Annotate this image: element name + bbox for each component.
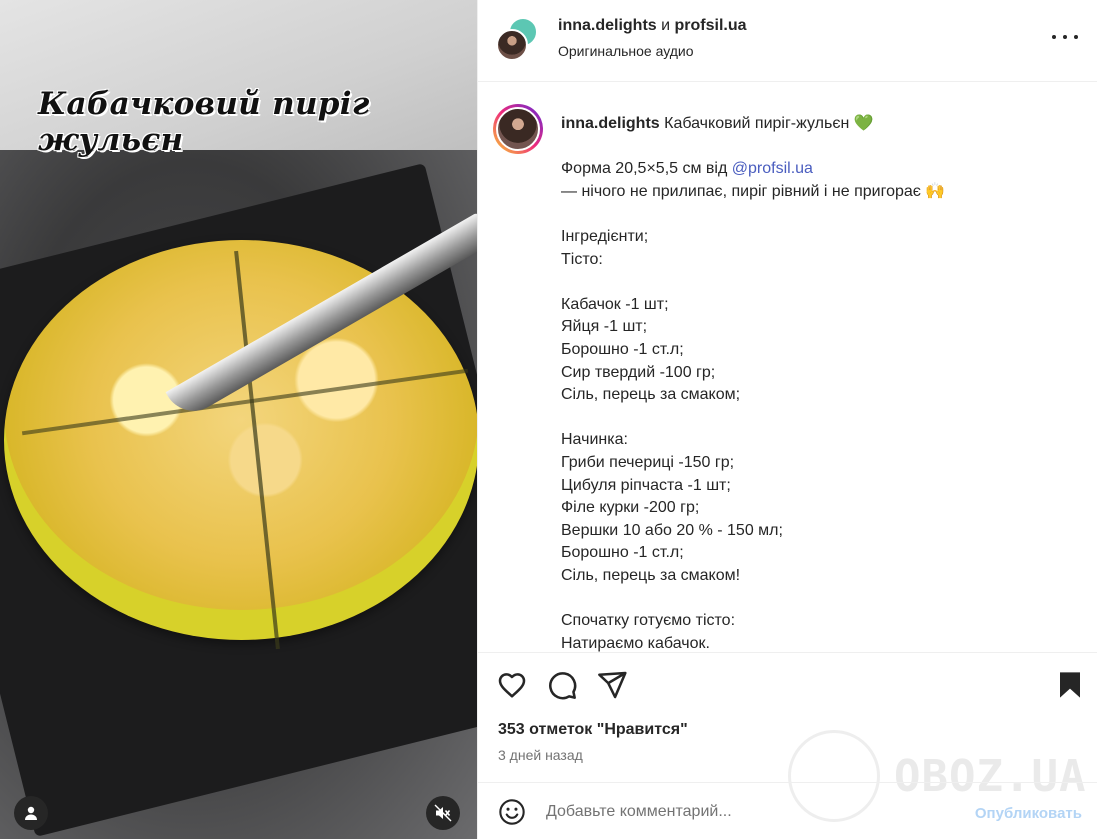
caption-username[interactable]: inna.delights xyxy=(561,115,660,132)
avatar xyxy=(496,107,540,151)
author-link-primary[interactable]: inna.delights xyxy=(558,17,657,34)
caption-line: Вершки 10 або 20 % - 150 мл; xyxy=(561,521,783,539)
caption-line: Сіль, перець за смаком; xyxy=(561,386,741,404)
caption-line xyxy=(561,271,1081,294)
comment-input[interactable] xyxy=(546,799,946,825)
caption-line: Тісто: xyxy=(561,250,603,268)
share-button[interactable] xyxy=(596,669,628,701)
caption-author-avatar[interactable] xyxy=(493,104,543,154)
emoji-picker-button[interactable] xyxy=(498,798,526,826)
author-link-secondary[interactable]: profsil.ua xyxy=(675,17,747,34)
smiley-icon xyxy=(499,799,525,825)
form-size-text: Форма 20,5×5,5 см від xyxy=(561,160,732,178)
more-horizontal-icon xyxy=(1052,35,1056,39)
post-timestamp[interactable]: 3 дней назад xyxy=(498,747,583,763)
caption-line: Гриби печериці -150 гр; xyxy=(561,453,735,471)
mention-link[interactable]: @profsil.ua xyxy=(732,160,813,177)
video-overlay-caption: Кабачковий пиріг жульєн xyxy=(38,86,370,158)
bookmark-filled-icon xyxy=(1060,672,1080,698)
caption-line: Яйця -1 шт; xyxy=(561,318,648,336)
person-icon xyxy=(25,806,37,820)
caption-line: — нічого не прилипає, пиріг рівний і не … xyxy=(561,182,946,200)
comment-bar: Опубликовать xyxy=(478,782,1097,839)
caption-line: Філе курки -200 гр; xyxy=(561,499,700,517)
save-button[interactable] xyxy=(1054,669,1086,701)
more-horizontal-icon xyxy=(1074,35,1078,39)
caption-scroll-area[interactable]: inna.delights Кабачковий пиріг-жульєн 💚 … xyxy=(478,82,1097,652)
caption-line: Борошно -1 ст.л; xyxy=(561,544,684,562)
caption-line xyxy=(561,407,1081,430)
avatar xyxy=(496,29,528,61)
comment-button[interactable] xyxy=(546,669,578,701)
collab-avatars[interactable] xyxy=(496,17,540,61)
caption-line xyxy=(561,587,1081,610)
publish-comment-button[interactable]: Опубликовать xyxy=(975,805,1082,822)
caption-line: Цибуля ріпчаста -1 шт; xyxy=(561,476,731,494)
caption-line: Борошно -1 ст.л; xyxy=(561,340,684,358)
audio-link[interactable]: Оригинальное аудио xyxy=(558,43,694,59)
caption-line: Натираємо кабачок. xyxy=(561,634,710,652)
caption-line: Начинка: xyxy=(561,431,628,449)
caption-line: Сир твердий -100 гр; xyxy=(561,363,716,381)
post-media[interactable]: Кабачковий пиріг жульєн xyxy=(0,0,477,839)
tagged-users-button[interactable] xyxy=(14,796,48,830)
caption-line: Інгредієнти; xyxy=(561,227,649,245)
and-separator: и xyxy=(656,17,675,34)
paper-plane-icon xyxy=(598,671,627,699)
caption-line: Сіль, перець за смаком! xyxy=(561,566,741,584)
comment-bubble-icon xyxy=(549,672,577,700)
likes-count[interactable]: 353 отметок "Нравится" xyxy=(498,721,688,739)
mute-toggle-button[interactable] xyxy=(426,796,460,830)
green-heart-emoji: 💚 xyxy=(853,115,874,132)
speaker-muted-icon xyxy=(434,804,452,822)
like-button[interactable] xyxy=(496,669,528,701)
heart-icon xyxy=(498,673,526,698)
post-authors: inna.delights и profsil.ua xyxy=(558,17,747,35)
caption-text: inna.delights Кабачковий пиріг-жульєн 💚 … xyxy=(561,113,1081,652)
more-horizontal-icon xyxy=(1063,35,1067,39)
post-header: inna.delights и profsil.ua Оригинальное … xyxy=(478,0,1097,82)
caption-line: Кабачок -1 шт; xyxy=(561,295,669,313)
caption-line xyxy=(561,203,1081,226)
more-options-button[interactable] xyxy=(1052,27,1078,47)
post-side-panel: inna.delights и profsil.ua Оригинальное … xyxy=(477,0,1097,839)
caption-line: Спочатку готуємо тісто: xyxy=(561,612,736,630)
caption-title: Кабачковий пиріг-жульєн xyxy=(659,115,854,132)
